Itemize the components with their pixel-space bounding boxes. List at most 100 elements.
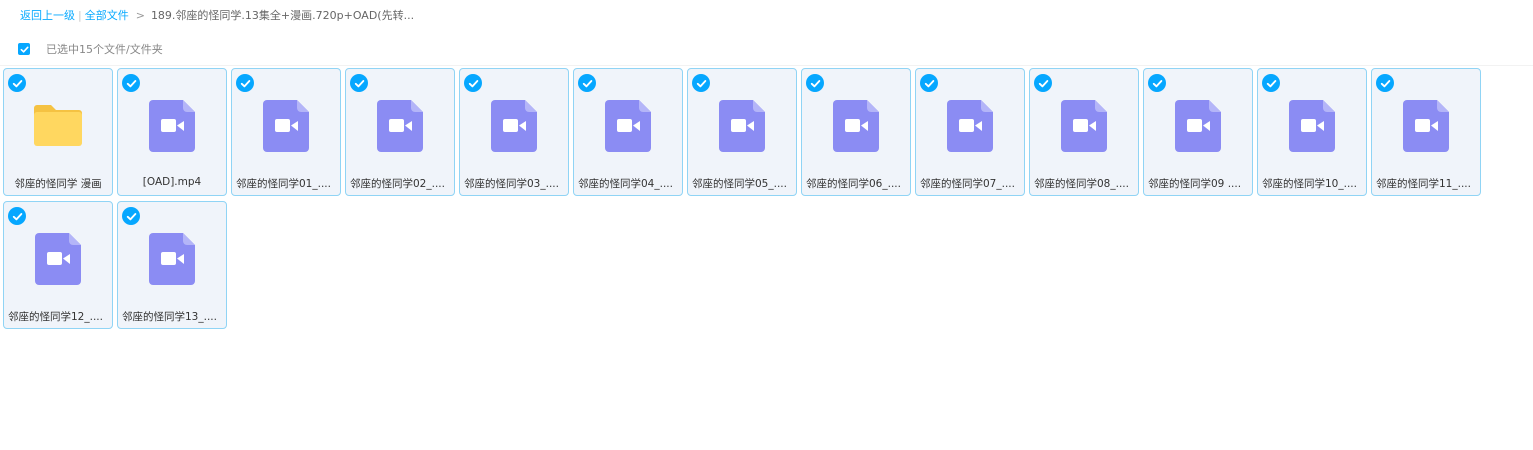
check-icon [126, 79, 136, 87]
file-thumbnail [32, 100, 84, 152]
video-file-icon [377, 100, 423, 152]
breadcrumb: 返回上一级 | 全部文件 > 189.邻座的怪同学.13集全+漫画.720p+O… [20, 7, 414, 23]
file-thumbnail [716, 100, 768, 152]
file-thumbnail [146, 100, 198, 152]
video-file-icon [149, 233, 195, 285]
file-thumbnail [374, 100, 426, 152]
video-file-icon [833, 100, 879, 152]
file-name[interactable]: 邻座的怪同学02_.... [350, 176, 450, 191]
file-tile[interactable]: 邻座的怪同学12_.... [3, 201, 113, 329]
check-icon [20, 46, 29, 53]
file-name[interactable]: 邻座的怪同学11_.... [1376, 176, 1476, 191]
file-name[interactable]: 邻座的怪同学09 .... [1148, 176, 1248, 191]
file-name[interactable]: 邻座的怪同学10_.... [1262, 176, 1362, 191]
file-tile[interactable]: 邻座的怪同学06_.... [801, 68, 911, 196]
selected-check-badge[interactable] [236, 74, 254, 92]
check-icon [240, 79, 250, 87]
check-icon [810, 79, 820, 87]
selected-check-badge[interactable] [8, 207, 26, 225]
selected-check-badge[interactable] [1376, 74, 1394, 92]
file-name[interactable]: 邻座的怪同学03_.... [464, 176, 564, 191]
file-thumbnail [260, 100, 312, 152]
current-folder-label: 189.邻座的怪同学.13集全+漫画.720p+OAD(先转... [150, 9, 415, 22]
breadcrumb-divider: | [78, 8, 82, 22]
selected-check-badge[interactable] [350, 74, 368, 92]
check-icon [582, 79, 592, 87]
selected-check-badge[interactable] [464, 74, 482, 92]
selected-check-badge[interactable] [1034, 74, 1052, 92]
file-thumbnail [1058, 100, 1110, 152]
video-file-icon [263, 100, 309, 152]
file-tile[interactable]: [OAD].mp4 [117, 68, 227, 196]
file-grid: 邻座的怪同学 漫画 [OAD].mp4 邻座的怪同学01_.... 邻座的怪同学02_… [3, 68, 1533, 329]
file-tile[interactable]: 邻座的怪同学05_.... [687, 68, 797, 196]
check-icon [1380, 79, 1390, 87]
file-thumbnail [1400, 100, 1452, 152]
check-icon [1152, 79, 1162, 87]
video-file-icon [947, 100, 993, 152]
check-icon [12, 212, 22, 220]
check-icon [12, 79, 22, 87]
selected-check-badge[interactable] [1262, 74, 1280, 92]
divider [0, 65, 1533, 66]
selected-check-badge[interactable] [920, 74, 938, 92]
file-name[interactable]: 邻座的怪同学06_.... [806, 176, 906, 191]
video-file-icon [491, 100, 537, 152]
back-link[interactable]: 返回上一级 [20, 7, 75, 23]
file-thumbnail [488, 100, 540, 152]
select-all-checkbox[interactable] [18, 43, 30, 55]
check-icon [1266, 79, 1276, 87]
video-file-icon [1061, 100, 1107, 152]
file-name[interactable]: 邻座的怪同学07_.... [920, 176, 1020, 191]
file-tile[interactable]: 邻座的怪同学10_.... [1257, 68, 1367, 196]
file-name[interactable]: 邻座的怪同学 漫画 [8, 176, 108, 191]
file-thumbnail [1172, 100, 1224, 152]
check-icon [126, 212, 136, 220]
selection-bar: 已选中15个文件/文件夹 [18, 41, 163, 57]
selected-check-badge[interactable] [1148, 74, 1166, 92]
file-name[interactable]: 邻座的怪同学01_.... [236, 176, 336, 191]
file-thumbnail [146, 233, 198, 285]
file-thumbnail [830, 100, 882, 152]
file-tile[interactable]: 邻座的怪同学03_.... [459, 68, 569, 196]
video-file-icon [719, 100, 765, 152]
file-thumbnail [602, 100, 654, 152]
file-name[interactable]: 邻座的怪同学05_.... [692, 176, 792, 191]
video-file-icon [35, 233, 81, 285]
check-icon [924, 79, 934, 87]
check-icon [354, 79, 364, 87]
file-name[interactable]: 邻座的怪同学12_.... [8, 309, 108, 324]
file-tile[interactable]: 邻座的怪同学07_.... [915, 68, 1025, 196]
file-tile[interactable]: 邻座的怪同学09 .... [1143, 68, 1253, 196]
video-file-icon [605, 100, 651, 152]
file-tile[interactable]: 邻座的怪同学01_.... [231, 68, 341, 196]
video-file-icon [1289, 100, 1335, 152]
file-thumbnail [1286, 100, 1338, 152]
file-tile[interactable]: 邻座的怪同学13_.... [117, 201, 227, 329]
file-tile[interactable]: 邻座的怪同学08_.... [1029, 68, 1139, 196]
check-icon [468, 79, 478, 87]
file-thumbnail [32, 233, 84, 285]
file-name[interactable]: 邻座的怪同学08_.... [1034, 176, 1134, 191]
folder-tile[interactable]: 邻座的怪同学 漫画 [3, 68, 113, 196]
file-thumbnail [944, 100, 996, 152]
check-icon [696, 79, 706, 87]
check-icon [1038, 79, 1048, 87]
file-name[interactable]: 邻座的怪同学04_.... [578, 176, 678, 191]
file-tile[interactable]: 邻座的怪同学11_.... [1371, 68, 1481, 196]
file-name[interactable]: [OAD].mp4 [122, 176, 222, 188]
breadcrumb-separator: > [135, 8, 145, 22]
selected-check-badge[interactable] [122, 207, 140, 225]
selected-check-badge[interactable] [8, 74, 26, 92]
file-tile[interactable]: 邻座的怪同学04_.... [573, 68, 683, 196]
video-file-icon [1175, 100, 1221, 152]
selected-check-badge[interactable] [692, 74, 710, 92]
video-file-icon [1403, 100, 1449, 152]
selected-check-badge[interactable] [122, 74, 140, 92]
selected-check-badge[interactable] [578, 74, 596, 92]
file-name[interactable]: 邻座的怪同学13_.... [122, 309, 222, 324]
all-files-link[interactable]: 全部文件 [85, 7, 129, 23]
selected-check-badge[interactable] [806, 74, 824, 92]
file-tile[interactable]: 邻座的怪同学02_.... [345, 68, 455, 196]
video-file-icon [149, 100, 195, 152]
